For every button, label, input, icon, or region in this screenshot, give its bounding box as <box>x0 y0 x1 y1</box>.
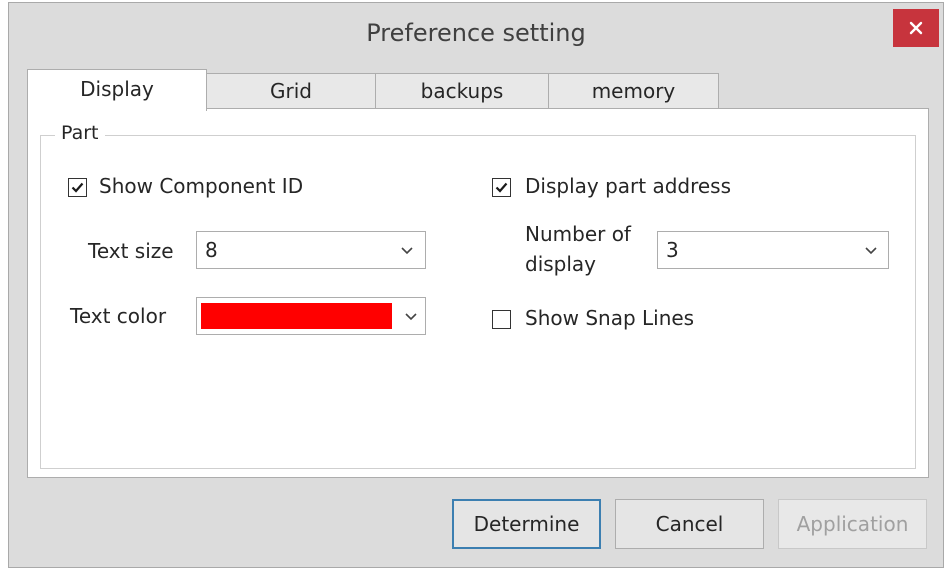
show-snap-lines-checkbox[interactable] <box>492 310 511 329</box>
tab-backups[interactable]: backups <box>375 73 549 109</box>
text-color-select[interactable] <box>196 297 426 335</box>
application-button[interactable]: Application <box>778 499 927 549</box>
number-of-display-label-line2: display <box>525 252 597 276</box>
checkmark-icon <box>71 182 84 193</box>
show-snap-lines-label: Show Snap Lines <box>525 306 695 330</box>
determine-button[interactable]: Determine <box>452 499 601 549</box>
dialog-title: Preference setting <box>366 19 586 47</box>
tab-grid[interactable]: Grid <box>206 73 376 109</box>
display-part-address-label: Display part address <box>525 174 732 198</box>
preference-dialog: Preference setting Display Grid backups … <box>8 2 944 568</box>
text-color-label: Text color <box>70 304 167 328</box>
text-size-select[interactable]: 8 <box>196 231 426 269</box>
text-size-label: Text size <box>88 239 174 263</box>
close-button[interactable] <box>893 9 939 47</box>
tab-memory[interactable]: memory <box>548 73 719 109</box>
text-size-value: 8 <box>205 238 218 262</box>
part-group-legend: Part <box>55 122 105 144</box>
number-of-display-label-line1: Number of <box>525 222 631 246</box>
text-color-swatch <box>201 303 392 329</box>
chevron-down-icon <box>405 313 417 321</box>
cancel-button[interactable]: Cancel <box>615 499 764 549</box>
chevron-down-icon <box>401 247 413 255</box>
number-of-display-value: 3 <box>666 238 679 262</box>
title-bar[interactable]: Preference setting <box>9 3 943 65</box>
chevron-down-icon <box>865 247 877 255</box>
number-of-display-select[interactable]: 3 <box>657 231 889 269</box>
part-groupbox: Part Show Component ID Text size 8 Text … <box>40 122 916 469</box>
tab-display[interactable]: Display <box>27 69 207 111</box>
display-tab-panel: Part Show Component ID Text size 8 Text … <box>27 108 929 478</box>
checkmark-icon <box>495 182 508 193</box>
show-component-id-label: Show Component ID <box>99 174 304 198</box>
close-icon <box>909 21 923 35</box>
show-component-id-checkbox[interactable] <box>68 178 87 197</box>
display-part-address-checkbox[interactable] <box>492 178 511 197</box>
